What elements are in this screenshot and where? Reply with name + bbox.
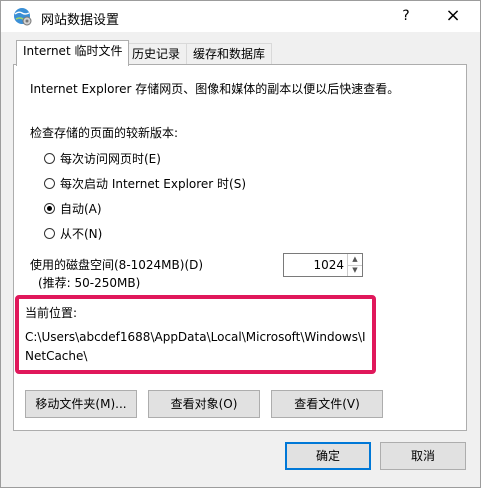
tab-internet-temp-files[interactable]: Internet 临时文件 — [16, 40, 130, 66]
radio-every-visit[interactable]: 每次访问网页时(E) — [44, 149, 161, 167]
window-title: 网站数据设置 — [41, 13, 120, 28]
tab-panel — [13, 64, 467, 431]
radio-label: 每次启动 Internet Explorer 时(S) — [60, 176, 247, 191]
radio-button-checked[interactable] — [44, 202, 55, 214]
radio-label: 从不(N) — [60, 226, 103, 241]
disk-space-recommended: (推荐: 50-250MB) — [38, 276, 141, 290]
radio-label: 每次访问网页时(E) — [60, 151, 161, 166]
spinner-buttons: ▲ ▼ — [347, 254, 362, 276]
description-text: Internet Explorer 存储网页、图像和媒体的副本以便以后快速查看。 — [30, 82, 400, 96]
tab-history[interactable]: 历史记录 — [125, 43, 188, 65]
disk-space-value[interactable]: 1024 — [313, 258, 344, 272]
radio-automatic[interactable]: 自动(A) — [44, 199, 102, 217]
move-folder-button[interactable]: 移动文件夹(M)... — [25, 390, 137, 418]
help-button[interactable]: ? — [394, 5, 418, 27]
close-button[interactable]: × — [438, 5, 468, 27]
ok-button[interactable]: 确定 — [285, 442, 371, 470]
current-location-path: C:\Users\abcdef1688\AppData\Local\Micros… — [25, 330, 366, 363]
radio-button[interactable] — [44, 177, 55, 189]
current-location-label: 当前位置: — [25, 306, 78, 320]
radio-button[interactable] — [44, 152, 55, 164]
view-objects-button[interactable]: 查看对象(O) — [148, 390, 260, 418]
disk-space-spinner[interactable]: 1024 ▲ ▼ — [283, 253, 363, 277]
radio-label: 自动(A) — [60, 201, 102, 216]
radio-button[interactable] — [44, 227, 55, 239]
radio-every-start[interactable]: 每次启动 Internet Explorer 时(S) — [44, 174, 246, 192]
title-bar: 网站数据设置 ? × — [1, 1, 480, 32]
globe-settings-icon — [14, 8, 32, 26]
check-versions-label: 检查存储的页面的较新版本: — [30, 126, 179, 140]
disk-space-label: 使用的磁盘空间(8-1024MB)(D) — [30, 258, 204, 272]
chevron-down-icon[interactable]: ▼ — [348, 265, 362, 276]
radio-never[interactable]: 从不(N) — [44, 224, 102, 242]
cancel-button[interactable]: 取消 — [380, 442, 466, 470]
view-files-button[interactable]: 查看文件(V) — [271, 390, 383, 418]
tab-cache-and-databases[interactable]: 缓存和数据库 — [186, 43, 273, 65]
